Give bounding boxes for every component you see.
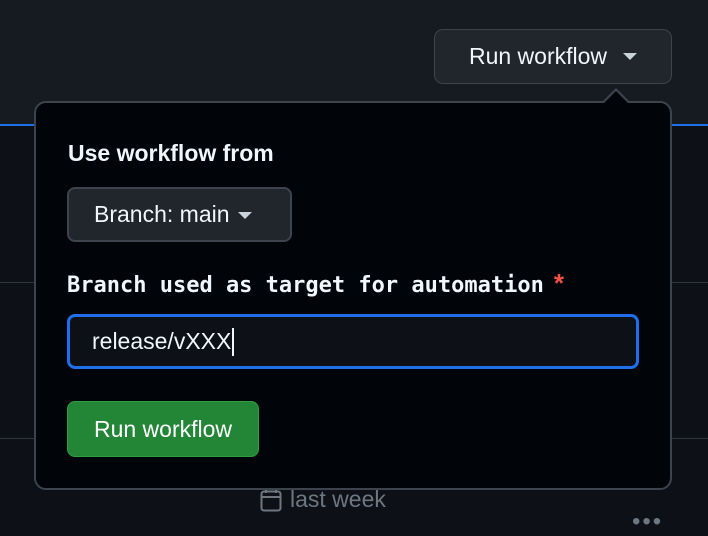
more-options-icon[interactable]: ••• — [632, 508, 663, 536]
calendar-icon — [260, 488, 282, 511]
target-branch-input-value: release/vXXX — [92, 328, 232, 354]
chevron-down-icon — [237, 212, 252, 219]
required-marker: * — [553, 268, 564, 298]
branch-select-label: Branch: main — [94, 201, 230, 227]
chevron-down-icon — [623, 53, 638, 60]
target-branch-input-label: Branch used as target for automation * — [67, 268, 564, 299]
branch-select-button[interactable]: Branch: main — [67, 187, 292, 242]
run-workflow-label: Run workflow — [468, 43, 608, 69]
use-workflow-from-label: Use workflow from — [68, 140, 274, 166]
target-branch-label-text: Branch used as target for automation — [67, 273, 544, 298]
run-workflow-submit-label: Run workflow — [93, 415, 233, 442]
run-workflow-dropdown-button[interactable]: Run workflow — [434, 29, 672, 84]
relative-time-text: last week — [290, 486, 386, 512]
text-cursor — [232, 327, 235, 356]
popover-pointer-fill — [604, 91, 628, 103]
run-workflow-submit-button[interactable]: Run workflow — [67, 401, 259, 457]
run-timestamp: last week — [260, 486, 386, 513]
target-branch-input[interactable]: release/vXXX — [67, 314, 639, 369]
